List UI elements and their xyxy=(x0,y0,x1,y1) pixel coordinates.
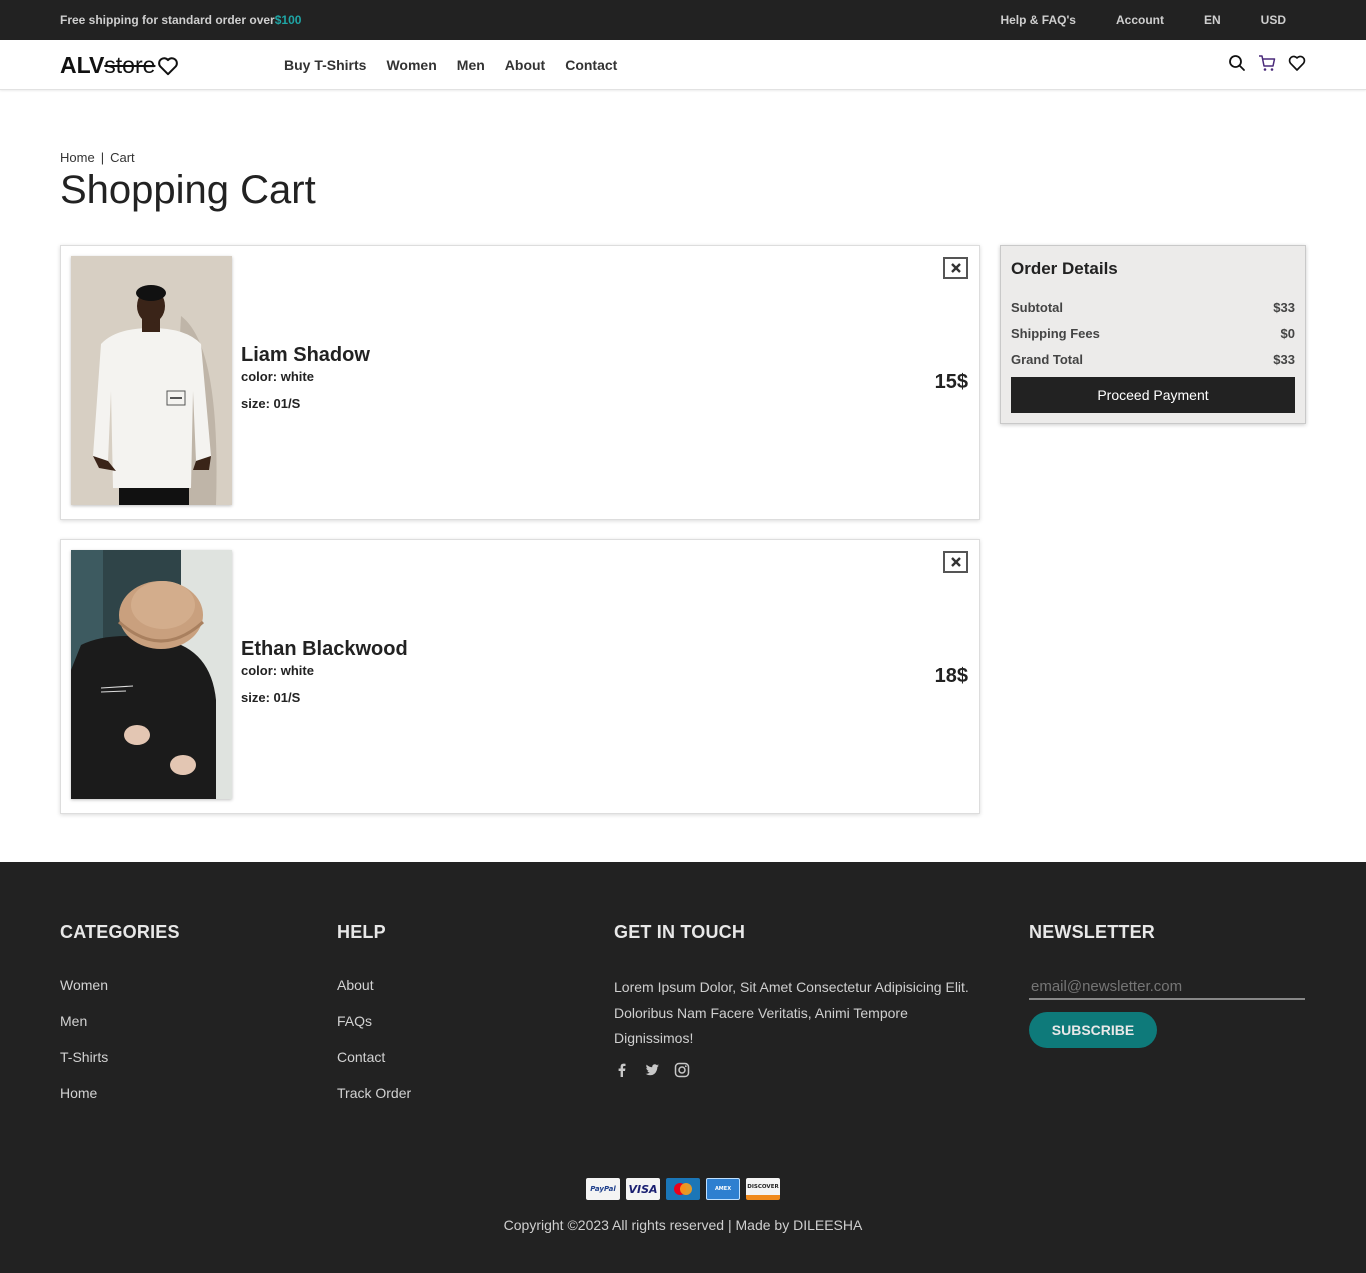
categories-title: CATEGORIES xyxy=(60,922,180,942)
close-icon xyxy=(950,557,961,567)
grand-total-row: Grand Total $33 xyxy=(1011,352,1295,367)
nav-buy-tshirts[interactable]: Buy T-Shirts xyxy=(284,57,366,73)
shipping-fees-label: Shipping Fees xyxy=(1011,326,1100,341)
footer-link-faqs[interactable]: FAQs xyxy=(337,1013,411,1029)
product-size: size: 01/S xyxy=(241,396,301,411)
footer-help: HELP About FAQs Contact Track Order xyxy=(337,922,411,1101)
breadcrumb-separator: | xyxy=(100,150,105,165)
subscribe-button[interactable]: SUBSCRIBE xyxy=(1029,1012,1157,1048)
footer-get-in-touch: GET IN TOUCH Lorem Ipsum Dolor, Sit Amet… xyxy=(614,922,986,1078)
order-details-panel: Order Details Subtotal $33 Shipping Fees… xyxy=(1000,245,1306,424)
footer-link-contact[interactable]: Contact xyxy=(337,1049,411,1065)
newsletter-email-input[interactable] xyxy=(1029,975,1305,1000)
product-color: color: white xyxy=(241,369,314,384)
item-info: Ethan Blackwood color: white size: 01/S xyxy=(241,638,408,705)
get-in-touch-title: GET IN TOUCH xyxy=(614,922,746,942)
facebook-icon[interactable] xyxy=(614,1062,630,1078)
account-link[interactable]: Account xyxy=(1116,13,1164,27)
copyright-text: Copyright ©2023 All rights reserved | Ma… xyxy=(503,1217,863,1233)
nav-contact[interactable]: Contact xyxy=(565,57,617,73)
product-price: 18$ xyxy=(934,665,968,687)
footer-link-home[interactable]: Home xyxy=(60,1085,180,1101)
shipping-notice: Free shipping for standard order over$10… xyxy=(60,13,301,27)
remove-item-button[interactable] xyxy=(943,257,968,279)
american-express-icon: AMEX xyxy=(706,1178,740,1200)
logo-bold: ALV xyxy=(60,52,105,78)
search-icon[interactable] xyxy=(1228,54,1246,72)
product-size: size: 01/S xyxy=(241,690,301,705)
product-color: color: white xyxy=(241,663,314,678)
footer-link-women[interactable]: Women xyxy=(60,977,180,993)
main-header: ALV store Buy T-Shirts Women Men About C… xyxy=(0,40,1366,90)
discover-icon: DISCOVER xyxy=(746,1178,780,1200)
product-image[interactable] xyxy=(71,550,232,799)
visa-icon: VISA xyxy=(626,1178,660,1200)
newsletter-title: NEWSLETTER xyxy=(1029,922,1155,942)
breadcrumb-current: Cart xyxy=(110,150,135,165)
header-icons xyxy=(1228,54,1306,72)
logo-heart-icon xyxy=(158,56,179,75)
footer-newsletter: NEWSLETTER SUBSCRIBE xyxy=(1029,922,1305,1048)
close-icon xyxy=(950,263,961,273)
top-links: Help & FAQ's Account EN USD xyxy=(1000,13,1286,27)
cart-icon[interactable] xyxy=(1258,54,1276,72)
grand-total-label: Grand Total xyxy=(1011,352,1083,367)
breadcrumb-home[interactable]: Home xyxy=(60,150,95,165)
remove-item-button[interactable] xyxy=(943,551,968,573)
nav-women[interactable]: Women xyxy=(386,57,436,73)
product-image[interactable] xyxy=(71,256,232,505)
top-bar: Free shipping for standard order over$10… xyxy=(0,0,1366,40)
currency-select[interactable]: USD xyxy=(1261,13,1286,27)
help-faq-link[interactable]: Help & FAQ's xyxy=(1000,13,1076,27)
paypal-icon: PayPal xyxy=(586,1178,620,1200)
instagram-icon[interactable] xyxy=(674,1062,690,1078)
main-nav: Buy T-Shirts Women Men About Contact xyxy=(284,57,617,73)
product-price: 15$ xyxy=(934,371,968,393)
logo[interactable]: ALV store xyxy=(60,52,179,79)
nav-men[interactable]: Men xyxy=(457,57,485,73)
order-details-title: Order Details xyxy=(1011,259,1118,278)
help-title: HELP xyxy=(337,922,386,942)
footer-link-track-order[interactable]: Track Order xyxy=(337,1085,411,1101)
subtotal-value: $33 xyxy=(1273,300,1295,315)
cart-item: Ethan Blackwood color: white size: 01/S … xyxy=(60,539,980,814)
subtotal-row: Subtotal $33 xyxy=(1011,300,1295,315)
logo-struck: store xyxy=(104,52,156,78)
cart-item: Liam Shadow color: white size: 01/S 15$ xyxy=(60,245,980,520)
footer-link-about[interactable]: About xyxy=(337,977,411,993)
footer-link-tshirts[interactable]: T-Shirts xyxy=(60,1049,180,1065)
footer-categories: CATEGORIES Women Men T-Shirts Home xyxy=(60,922,180,1101)
social-links xyxy=(614,1062,986,1078)
language-select[interactable]: EN xyxy=(1204,13,1221,27)
shipping-text: Free shipping for standard order over xyxy=(60,13,275,27)
twitter-icon[interactable] xyxy=(644,1062,660,1078)
subtotal-label: Subtotal xyxy=(1011,300,1063,315)
heart-icon[interactable] xyxy=(1288,54,1306,72)
payment-methods: PayPal VISA AMEX DISCOVER xyxy=(586,1178,780,1200)
breadcrumb: Home | Cart xyxy=(60,150,135,165)
page-title: Shopping Cart xyxy=(60,168,316,212)
footer: CATEGORIES Women Men T-Shirts Home HELP … xyxy=(0,862,1366,1273)
shipping-fees-row: Shipping Fees $0 xyxy=(1011,326,1295,341)
shipping-fees-value: $0 xyxy=(1280,326,1295,341)
shipping-amount: $100 xyxy=(274,13,302,27)
proceed-payment-button[interactable]: Proceed Payment xyxy=(1011,377,1295,413)
product-name[interactable]: Ethan Blackwood xyxy=(241,638,408,661)
product-name[interactable]: Liam Shadow xyxy=(241,344,370,367)
mastercard-icon xyxy=(666,1178,700,1200)
grand-total-value: $33 xyxy=(1273,352,1295,367)
footer-link-men[interactable]: Men xyxy=(60,1013,180,1029)
item-info: Liam Shadow color: white size: 01/S xyxy=(241,344,370,411)
nav-about[interactable]: About xyxy=(505,57,545,73)
get-in-touch-text: Lorem Ipsum Dolor, Sit Amet Consectetur … xyxy=(614,979,969,1046)
